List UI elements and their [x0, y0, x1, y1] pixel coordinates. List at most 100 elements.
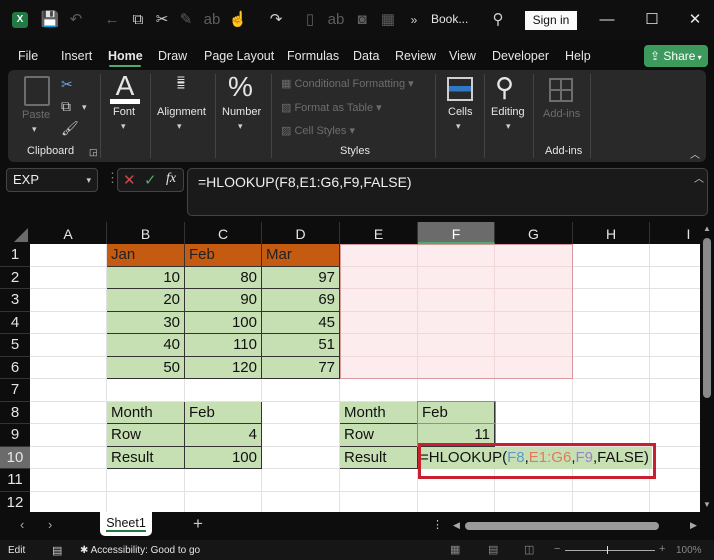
zoom-slider-thumb[interactable] [607, 546, 608, 554]
percent-icon[interactable]: % [228, 72, 253, 102]
chevron-down-icon[interactable]: ▾ [506, 121, 511, 132]
cell-c9[interactable]: 4 [185, 424, 262, 447]
row-header-9[interactable]: 9 [0, 424, 30, 447]
sign-in-button[interactable]: Sign in [525, 11, 577, 30]
cell-b1[interactable]: Jan [107, 244, 185, 267]
cell-b3[interactable]: 20 [107, 289, 185, 312]
zoom-out-button[interactable]: − [554, 543, 560, 555]
scroll-right-icon[interactable]: ▶ [690, 520, 697, 531]
cell-h5[interactable] [573, 334, 650, 357]
cell-g9[interactable] [495, 424, 573, 447]
cell-c5[interactable]: 110 [185, 334, 262, 357]
redo-icon[interactable]: ↷ [266, 10, 286, 30]
column-header-h[interactable]: H [573, 222, 650, 244]
cell-c11[interactable] [185, 469, 262, 492]
cell-d8[interactable] [262, 401, 340, 424]
chevron-down-icon[interactable]: ▾ [456, 121, 461, 132]
cell-a7[interactable] [30, 379, 107, 402]
form-icon[interactable]: ▦ [378, 10, 398, 30]
cell-f6[interactable] [418, 356, 495, 379]
cell-d1[interactable]: Mar [262, 244, 340, 267]
cell-i1[interactable] [650, 244, 700, 267]
cell-f5[interactable] [418, 334, 495, 357]
vertical-scroll-thumb[interactable] [703, 238, 711, 398]
cells-icon[interactable] [447, 77, 473, 101]
close-button[interactable]: ✕ [680, 8, 710, 32]
cell-h8[interactable] [573, 401, 650, 424]
cell-f8[interactable]: Feb [417, 400, 496, 425]
cell-h1[interactable] [573, 244, 650, 267]
tab-draw[interactable]: Draw [158, 49, 187, 63]
cell-i9[interactable] [650, 424, 700, 447]
formula-input[interactable]: =HLOOKUP(F8,E1:G6,F9,FALSE) [187, 168, 708, 216]
enter-icon[interactable]: ✓ [144, 171, 157, 189]
cell-e11[interactable] [340, 469, 418, 492]
tab-review[interactable]: Review [395, 49, 436, 63]
cell-i7[interactable] [650, 379, 700, 402]
cell-d4[interactable]: 45 [262, 311, 340, 334]
spreadsheet-grid[interactable]: ABCDEFGHI 1 2 3 4 5 6 7 8 9 10 11 12 Jan Feb Mar 10 80 9… [0, 222, 700, 512]
cell-c10[interactable]: 100 [185, 446, 262, 469]
chevron-down-icon[interactable]: ▾ [177, 121, 182, 132]
chevron-down-icon[interactable]: ▾ [238, 121, 243, 132]
cell-h3[interactable] [573, 289, 650, 312]
zoom-in-button[interactable]: + [659, 543, 665, 555]
cell-h11[interactable] [573, 469, 650, 492]
tab-help[interactable]: Help [565, 49, 591, 63]
search-icon[interactable]: ⚲ [495, 72, 514, 103]
column-header-b[interactable]: B [107, 222, 185, 244]
normal-view-icon[interactable]: ▦ [450, 543, 460, 556]
vertical-scrollbar[interactable]: ▲ ▼ [700, 222, 714, 512]
cell-g4[interactable] [495, 311, 573, 334]
cell-a5[interactable] [30, 334, 107, 357]
tab-home[interactable]: Home [108, 49, 143, 63]
collapse-ribbon-icon[interactable]: ︿ [690, 146, 700, 161]
cell-b8[interactable]: Month [107, 401, 185, 424]
cell-styles-button[interactable]: ▨ Cell Styles ▾ [281, 124, 355, 137]
cell-a12[interactable] [30, 491, 107, 512]
zoom-slider[interactable] [565, 550, 655, 551]
cell-c6[interactable]: 120 [185, 356, 262, 379]
add-ins-button[interactable]: Add-ins [543, 108, 580, 120]
cell-e3[interactable] [340, 289, 418, 312]
row-header-12[interactable]: 12 [0, 491, 30, 512]
chevron-down-icon[interactable]: ▾ [86, 169, 91, 191]
tab-split-handle[interactable]: ⋮ [432, 518, 443, 531]
column-header-e[interactable]: E [340, 222, 418, 244]
cell-b6[interactable]: 50 [107, 356, 185, 379]
cell-c12[interactable] [185, 491, 262, 512]
row-header-5[interactable]: 5 [0, 334, 30, 357]
cell-f12[interactable] [418, 491, 495, 512]
undo-icon[interactable]: ↶ [66, 10, 86, 30]
font-button[interactable]: Font [113, 106, 135, 118]
cell-i4[interactable] [650, 312, 700, 334]
cell-a8[interactable] [30, 401, 107, 424]
cell-c3[interactable]: 90 [185, 289, 262, 312]
row-header-11[interactable]: 11 [0, 469, 30, 492]
scroll-left-icon[interactable]: ◀ [453, 520, 460, 531]
cell-c2[interactable]: 80 [185, 266, 262, 289]
chevron-down-icon[interactable]: ▾ [32, 124, 37, 135]
cell-d6[interactable]: 77 [262, 356, 340, 379]
cell-a4[interactable] [30, 311, 107, 334]
camera-icon[interactable]: ◙ [352, 10, 372, 30]
macro-recorder-icon[interactable]: ▤ [52, 544, 62, 557]
cell-d12[interactable] [262, 491, 340, 512]
cell-e5[interactable] [340, 334, 418, 357]
cell-e7[interactable] [340, 379, 418, 402]
cell-f2[interactable] [418, 266, 495, 289]
cell-g2[interactable] [495, 266, 573, 289]
cell-d11[interactable] [262, 469, 340, 492]
chevron-down-icon[interactable]: ▾ [82, 102, 87, 113]
new-file-icon[interactable]: ▯ [300, 10, 320, 30]
cell-g12[interactable] [495, 491, 573, 512]
spelling-icon[interactable]: ab [202, 10, 222, 30]
maximize-button[interactable]: ☐ [637, 8, 667, 32]
cell-h12[interactable] [573, 491, 650, 512]
cell-a1[interactable] [30, 244, 107, 267]
cell-h7[interactable] [573, 379, 650, 402]
cell-g6[interactable] [495, 356, 573, 379]
scroll-up-icon[interactable]: ▲ [703, 224, 711, 233]
tab-developer[interactable]: Developer [492, 49, 549, 63]
share-button[interactable]: ⇪ Share ▾ [644, 45, 708, 67]
